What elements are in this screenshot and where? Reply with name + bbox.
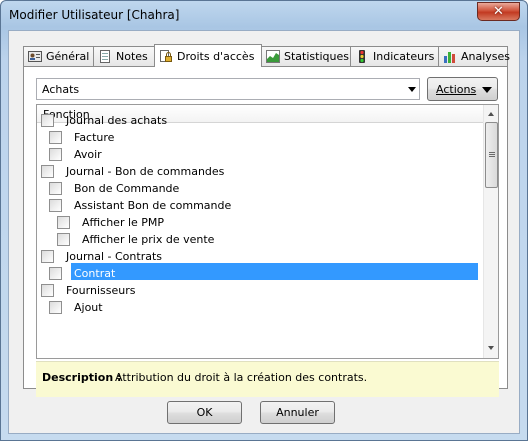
- bar-chart-icon: [443, 50, 457, 63]
- vertical-scrollbar[interactable]: [483, 105, 498, 358]
- tree-item-fournisseurs[interactable]: Fournisseurs: [41, 282, 135, 298]
- tree-item-label: Afficher le prix de vente: [82, 233, 215, 246]
- document-lock-icon: [159, 49, 173, 63]
- checkbox[interactable]: [49, 300, 62, 314]
- tree-item-label: Journal des achats: [66, 114, 168, 127]
- rights-tree: Fonction Journal des achats Facture Avoi…: [36, 104, 499, 359]
- dropdown-arrow-icon: [482, 87, 492, 93]
- tree-item-label: Afficher le PMP: [82, 216, 165, 229]
- tree-item-afficher-pmp[interactable]: Afficher le PMP: [57, 214, 164, 230]
- tree-item-afficher-prix-vente[interactable]: Afficher le prix de vente: [57, 231, 214, 247]
- dialog-client-area: Général Notes Droits d'accès Statistique…: [8, 30, 520, 434]
- tab-general-label: Général: [46, 50, 90, 63]
- description-text: Attribution du droit à la création des c…: [115, 371, 368, 384]
- tree-item-label: Ajout: [74, 301, 103, 314]
- actions-button-label: Actions: [436, 83, 477, 96]
- tab-statistics[interactable]: Statistiques: [261, 46, 351, 66]
- scroll-up-arrow-icon[interactable]: [488, 112, 494, 116]
- tab-access-rights[interactable]: Droits d'accès: [154, 44, 262, 67]
- tree-item-label: Avoir: [74, 148, 102, 161]
- tab-access-rights-label: Droits d'accès: [177, 49, 255, 63]
- checkbox[interactable]: [49, 198, 62, 212]
- notes-icon: [98, 50, 112, 63]
- tree-item-facture[interactable]: Facture: [49, 129, 114, 145]
- tree-item-journal-achats[interactable]: Journal des achats: [41, 112, 167, 128]
- checkbox[interactable]: [41, 283, 54, 297]
- access-rights-panel: Achats Actions Fonction Journal des acha…: [23, 66, 508, 397]
- close-icon: ✕: [493, 4, 504, 19]
- tree-item-journal-bon-commandes[interactable]: Journal - Bon de commandes: [41, 163, 224, 179]
- checkbox[interactable]: [41, 164, 54, 178]
- cancel-button[interactable]: Annuler: [260, 401, 335, 424]
- tree-item-journal-contrats[interactable]: Journal - Contrats: [41, 248, 162, 264]
- checkbox[interactable]: [49, 266, 62, 280]
- tree-item-label: Facture: [74, 131, 115, 144]
- scroll-down-arrow-icon[interactable]: [488, 346, 494, 350]
- scrollbar-thumb[interactable]: [485, 122, 498, 188]
- grip-line: [489, 156, 495, 157]
- tree-item-label: Journal - Bon de commandes: [66, 165, 225, 178]
- tab-analyses-label: Analyses: [461, 50, 511, 63]
- description-label: Description :: [42, 371, 122, 384]
- grip-line: [489, 152, 495, 153]
- tree-item-label: Contrat: [74, 267, 116, 280]
- tab-indicators-label: Indicateurs: [373, 50, 435, 63]
- area-chart-icon: [266, 50, 280, 63]
- tab-analyses[interactable]: Analyses: [438, 46, 511, 66]
- tab-general[interactable]: Général: [23, 46, 94, 66]
- window-title: Modifier Utilisateur [Chahra]: [9, 8, 180, 22]
- checkbox[interactable]: [57, 232, 70, 246]
- tree-item-bon-de-commande[interactable]: Bon de Commande: [49, 180, 179, 196]
- tab-statistics-label: Statistiques: [284, 50, 349, 63]
- checkbox[interactable]: [49, 147, 62, 161]
- id-card-icon: [28, 50, 42, 63]
- actions-button[interactable]: Actions: [427, 77, 498, 101]
- tab-notes-label: Notes: [116, 50, 148, 63]
- selected-row-highlight: [71, 263, 478, 280]
- description-box: Description : Attribution du droit à la …: [36, 361, 499, 397]
- checkbox[interactable]: [49, 130, 62, 144]
- close-button[interactable]: ✕: [477, 2, 520, 21]
- checkbox[interactable]: [57, 215, 70, 229]
- checkbox[interactable]: [41, 249, 54, 263]
- tree-item-label: Fournisseurs: [66, 284, 136, 297]
- tab-notes[interactable]: Notes: [93, 46, 155, 66]
- module-select-value: Achats: [42, 83, 80, 96]
- tab-indicators[interactable]: Indicateurs: [350, 46, 439, 66]
- checkbox[interactable]: [41, 113, 54, 127]
- tree-item-label: Journal - Contrats: [66, 250, 163, 263]
- tree-item-label: Assistant Bon de commande: [74, 199, 232, 212]
- module-select[interactable]: Achats: [36, 78, 420, 100]
- ok-button[interactable]: OK: [167, 401, 242, 424]
- tree-item-contrat[interactable]: Contrat: [49, 265, 115, 281]
- traffic-light-icon: [355, 50, 369, 63]
- dialog-window: Modifier Utilisateur [Chahra] ✕ Général …: [0, 0, 528, 441]
- tree-item-avoir[interactable]: Avoir: [49, 146, 102, 162]
- grip-line: [489, 154, 495, 155]
- checkbox[interactable]: [49, 181, 62, 195]
- chevron-down-icon: [408, 87, 416, 92]
- tree-item-assistant-bon-commande[interactable]: Assistant Bon de commande: [49, 197, 231, 213]
- tree-item-label: Bon de Commande: [74, 182, 180, 195]
- title-bar[interactable]: Modifier Utilisateur [Chahra] ✕: [1, 1, 527, 29]
- tree-item-ajout[interactable]: Ajout: [49, 299, 103, 315]
